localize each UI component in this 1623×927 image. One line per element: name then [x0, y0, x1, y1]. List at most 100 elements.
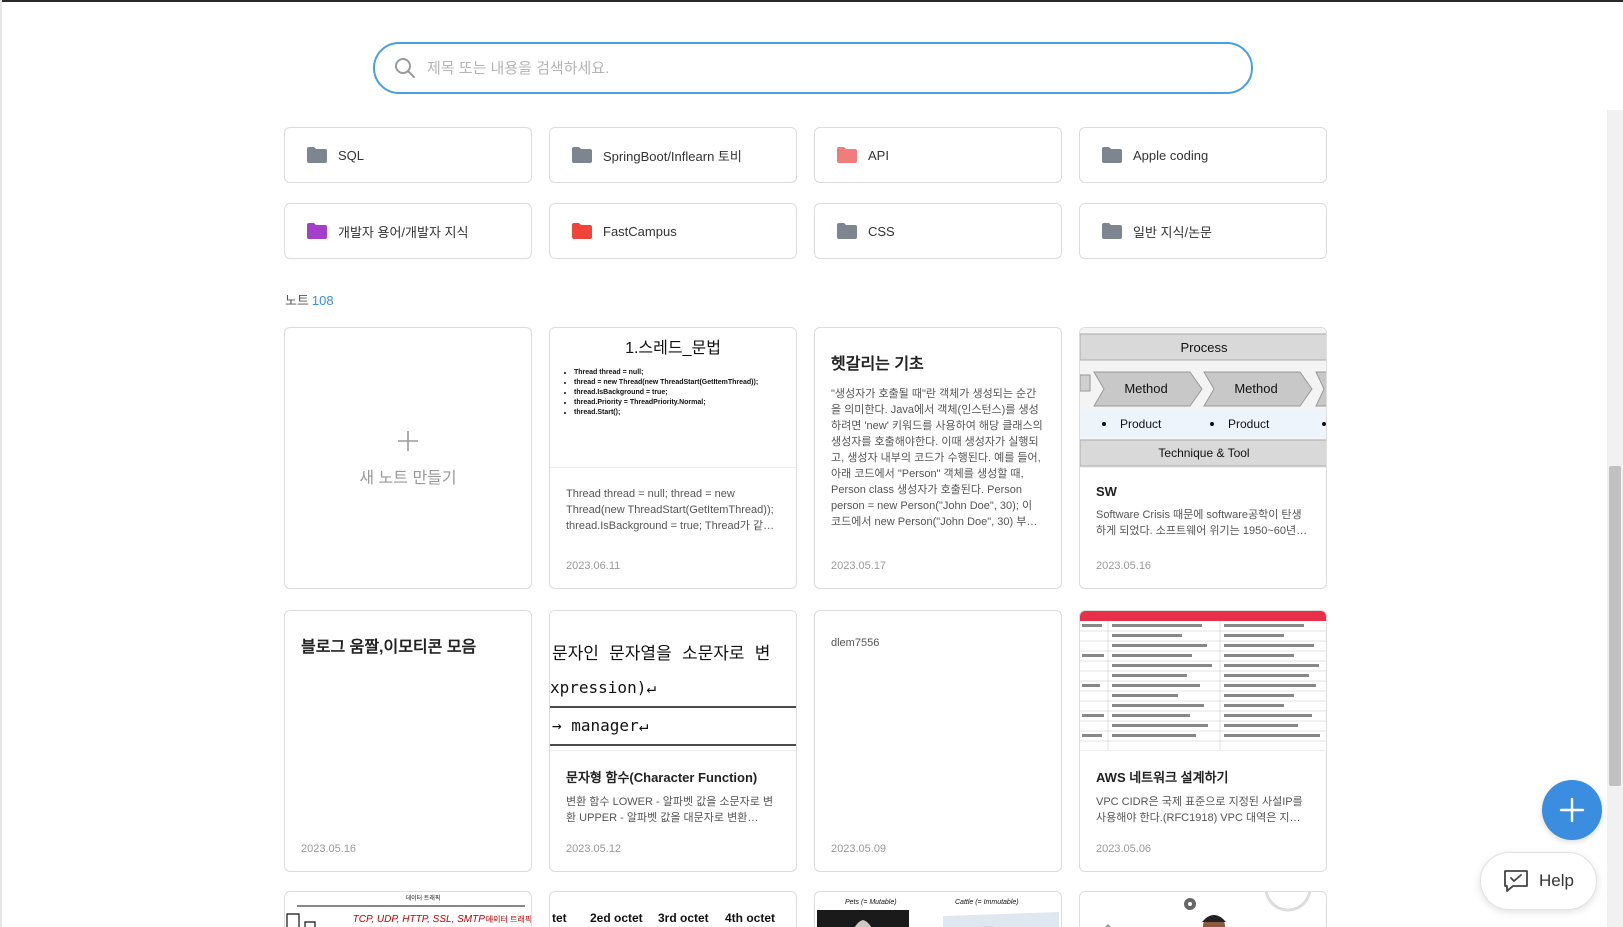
- folder-name: FastCampus: [603, 223, 677, 239]
- chat-icon: [1504, 870, 1528, 892]
- note-card[interactable]: Pets (= Mutable) Cattle (= Immutable): [814, 891, 1062, 927]
- folder-name: CSS: [868, 223, 895, 239]
- thumbnail-line: thread.IsBackground = true;: [574, 388, 788, 398]
- folder-item[interactable]: FastCampus: [549, 203, 797, 259]
- plus-icon: [1559, 797, 1585, 823]
- folder-icon: [572, 147, 592, 163]
- search-input[interactable]: [427, 59, 1187, 77]
- thumbnail-line: 데이터 트래픽: [486, 914, 532, 924]
- thumbnail-title: 1.스레드_문법: [625, 340, 721, 357]
- technique-label: Technique & Tool: [1158, 446, 1249, 460]
- note-title: 헷갈리는 기초: [831, 356, 924, 373]
- method-label: Method: [1234, 381, 1277, 396]
- note-date: 2023.05.17: [831, 560, 887, 572]
- folder-item[interactable]: 일반 지식/논문: [1079, 203, 1327, 259]
- search-bar[interactable]: [373, 42, 1253, 94]
- note-card[interactable]: 데이터 트래픽 TCP, UDP, HTTP, SSL, SMTP ··· 데이…: [284, 891, 532, 927]
- folder-icon: [307, 147, 327, 163]
- folder-icon: [572, 223, 592, 239]
- note-card[interactable]: dlem7556 2023.05.09: [814, 610, 1062, 872]
- folder-name: 일반 지식/논문: [1133, 224, 1212, 240]
- thumbnail-line: thread.Priority = ThreadPriority.Normal;: [574, 398, 788, 408]
- note-body: VPC CIDR은 국제 표준으로 지정된 사설IP를 사용해야 한다.(RFC…: [1096, 796, 1310, 824]
- folder-item[interactable]: SQL: [284, 127, 532, 183]
- new-note-button[interactable]: 새 노트 만들기: [284, 327, 532, 589]
- plus-icon: [397, 428, 419, 458]
- note-title: 블로그 움짤,이모티콘 모음: [301, 639, 477, 656]
- note-body: 변환 함수 LOWER - 알파벳 값을 소문자로 변환 UPPER - 알파벳…: [566, 796, 774, 824]
- process-label: Process: [1181, 340, 1228, 355]
- folder-grid: SQL SpringBoot/Inflearn 토비 API Apple cod…: [284, 127, 1327, 259]
- note-thumbnail: 1.스레드_문법 Thread thread = null; thread = …: [550, 328, 796, 468]
- add-note-fab[interactable]: [1542, 780, 1602, 840]
- note-body: "생성자가 호출될 때"란 객체가 생성되는 순간을 의미한다. Java에서 …: [831, 388, 1043, 528]
- folder-icon: [1102, 147, 1122, 163]
- method-label: Method: [1124, 381, 1167, 396]
- thumbnail-line: thread = new Thread(new ThreadStart(GetI…: [574, 378, 788, 388]
- note-body: Software Crisis 때문에 software공학이 탄생하게 되었다…: [1096, 509, 1307, 537]
- thumbnail-line: → manager↵: [552, 716, 649, 735]
- thumbnail-line: xpression)↵: [550, 678, 656, 697]
- note-card[interactable]: AWS 네트워크 설계하기 VPC CIDR은 국제 표준으로 지정된 사설IP…: [1079, 610, 1327, 872]
- new-note-label: 새 노트 만들기: [359, 470, 457, 487]
- note-count-label: 노트: [285, 293, 309, 308]
- note-title: AWS 네트워크 설계하기: [1096, 770, 1229, 785]
- thumbnail-line: 4th octet: [725, 911, 775, 925]
- thumbnail-line: Thread thread = null;: [574, 368, 788, 378]
- note-thumbnail: Process Method Method Product Product Te…: [1080, 328, 1326, 468]
- thumbnail-line: 2ed octet: [590, 911, 643, 925]
- note-count: 노트 108: [285, 290, 334, 309]
- folder-item[interactable]: SpringBoot/Inflearn 토비: [549, 127, 797, 183]
- thumbnail-line: 3rd octet: [658, 911, 709, 925]
- note-date: 2023.05.12: [566, 843, 622, 855]
- note-date: 2023.05.06: [1096, 843, 1152, 855]
- thumbnail-line: tet: [552, 911, 567, 925]
- note-date: 2023.05.16: [301, 843, 357, 855]
- folder-name: Apple coding: [1133, 147, 1209, 163]
- scrollbar-thumb[interactable]: [1609, 466, 1621, 786]
- folder-name: SQL: [338, 147, 365, 163]
- folder-item[interactable]: Apple coding: [1079, 127, 1327, 183]
- top-border: [0, 0, 1623, 2]
- thumbnail-line: 문자인 문자열을 소문자로 변: [552, 644, 770, 664]
- note-date: 2023.06.11: [566, 560, 621, 572]
- note-title: 문자형 함수(Character Function): [566, 770, 758, 785]
- thumbnail-line: Pets (= Mutable): [845, 899, 897, 906]
- folder-name: API: [868, 147, 889, 163]
- notes-grid: 새 노트 만들기 1.스레드_문법 Thread thread = null; …: [284, 327, 1327, 872]
- thumbnail-line: TCP, UDP, HTTP, SSL, SMTP ···: [353, 914, 498, 925]
- help-button[interactable]: Help: [1480, 852, 1597, 910]
- note-count-number: 108: [311, 293, 334, 308]
- note-thumbnail: [1080, 611, 1326, 751]
- folder-icon: [837, 147, 857, 163]
- note-card[interactable]: 1.스레드_문법 Thread thread = null; thread = …: [549, 327, 797, 589]
- note-thumbnail: 문자인 문자열을 소문자로 변 xpression)↵ → manager↵: [550, 611, 796, 751]
- note-body: Thread thread = null; thread = new Threa…: [566, 488, 774, 532]
- folder-item[interactable]: CSS: [814, 203, 1062, 259]
- left-border: [0, 0, 2, 927]
- note-body: dlem7556: [831, 637, 880, 649]
- folder-icon: [837, 223, 857, 239]
- folder-item[interactable]: API: [814, 127, 1062, 183]
- note-title: SW: [1096, 484, 1117, 499]
- help-label: Help: [1539, 871, 1574, 890]
- note-card[interactable]: 블로그 움짤,이모티콘 모음 2023.05.16: [284, 610, 532, 872]
- product-label: Product: [1120, 417, 1162, 431]
- product-label: Product: [1228, 417, 1270, 431]
- folder-item[interactable]: 개발자 용어/개발자 지식: [284, 203, 532, 259]
- notes-partial-row: 데이터 트래픽 TCP, UDP, HTTP, SSL, SMTP ··· 데이…: [284, 891, 1327, 927]
- note-card[interactable]: 문자인 문자열을 소문자로 변 xpression)↵ → manager↵ 문…: [549, 610, 797, 872]
- thumbnail-line: Cattle (= Immutable): [955, 899, 1019, 906]
- folder-name: 개발자 용어/개발자 지식: [338, 224, 469, 240]
- note-card[interactable]: [1079, 891, 1327, 927]
- search-icon: [393, 56, 417, 80]
- note-card[interactable]: tet 2ed octet 3rd octet 4th octet: [549, 891, 797, 927]
- folder-icon: [307, 223, 327, 239]
- note-card[interactable]: 헷갈리는 기초 "생성자가 호출될 때"란 객체가 생성되는 순간을 의미한다.…: [814, 327, 1062, 589]
- thumbnail-line: thread.Start();: [574, 408, 788, 418]
- folder-icon: [1102, 223, 1122, 239]
- note-card[interactable]: Process Method Method Product Product Te…: [1079, 327, 1327, 589]
- folder-name: SpringBoot/Inflearn 토비: [603, 148, 742, 164]
- note-date: 2023.05.16: [1096, 560, 1152, 572]
- thumbnail-line: 데이터 트래픽: [406, 894, 441, 902]
